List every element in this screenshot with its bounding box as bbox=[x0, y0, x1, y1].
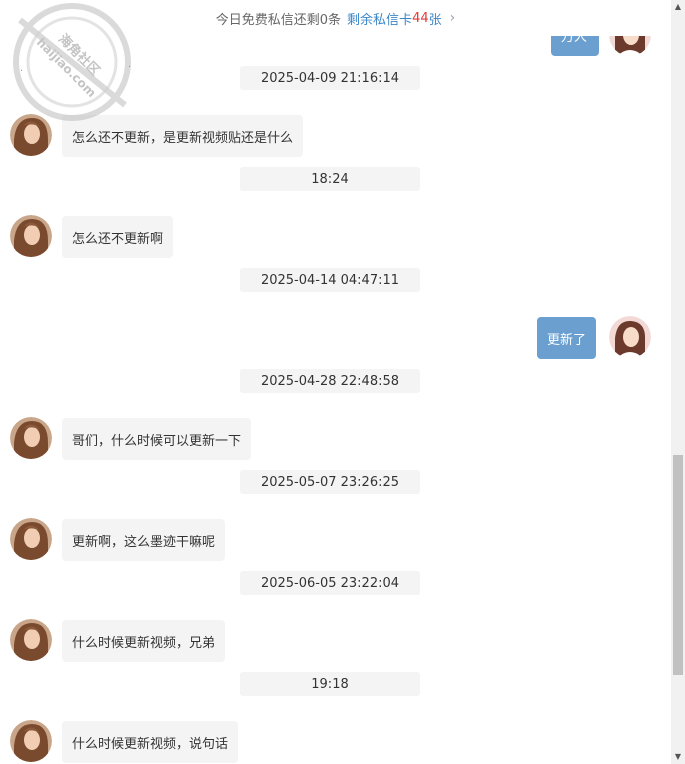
private-message-quota-banner: 今日免费私信还剩0条 剩余私信卡 44 张 › bbox=[0, 0, 671, 36]
chat-area: 万人 2025-04-09 21:16:14 怎么还不更新，是更新视频贴还是什么… bbox=[0, 0, 671, 764]
scroll-down-arrow-icon[interactable]: ▼ bbox=[671, 750, 685, 764]
contact-avatar[interactable] bbox=[10, 720, 52, 762]
chevron-right-icon: › bbox=[449, 10, 456, 26]
message-timestamp: 2025-04-28 22:48:58 bbox=[240, 369, 420, 393]
message-bubble-other: 怎么还不更新，是更新视频贴还是什么 bbox=[62, 115, 304, 157]
message-text: 怎么还不更新，是更新视频贴还是什么 bbox=[72, 130, 294, 146]
contact-avatar[interactable] bbox=[10, 518, 52, 560]
contact-avatar[interactable] bbox=[10, 619, 52, 661]
decorative-dot: · bbox=[20, 66, 24, 77]
message-timestamp: 2025-04-09 21:16:14 bbox=[240, 66, 420, 90]
message-bubble-other: 什么时候更新视频，说句话 bbox=[62, 721, 239, 763]
message-bubble-other: 什么时候更新视频，兄弟 bbox=[62, 620, 226, 662]
contact-avatar[interactable] bbox=[10, 417, 52, 459]
message-text: 更新了 bbox=[547, 332, 587, 348]
self-avatar[interactable] bbox=[609, 316, 651, 358]
contact-avatar[interactable] bbox=[10, 215, 52, 257]
message-timestamp: 18:24 bbox=[240, 167, 420, 191]
free-quota-text: 今日免费私信还剩0条 bbox=[215, 12, 342, 28]
message-bubble-self: 更新了 bbox=[537, 317, 597, 359]
message-card-link[interactable]: 剩余私信卡 44 张 › bbox=[347, 9, 455, 28]
message-text: 哥们，什么时候可以更新一下 bbox=[72, 433, 242, 449]
message-text: 什么时候更新视频，兄弟 bbox=[72, 635, 216, 651]
scrollbar-thumb[interactable] bbox=[673, 455, 683, 675]
message-bubble-other: 怎么还不更新啊 bbox=[62, 216, 174, 258]
scroll-up-arrow-icon[interactable]: ▲ bbox=[671, 0, 685, 14]
message-timestamp: 2025-05-07 23:26:25 bbox=[240, 470, 420, 494]
card-prefix: 剩余私信卡 bbox=[347, 12, 413, 28]
card-suffix: 张 bbox=[428, 12, 442, 28]
decorative-dot: · bbox=[128, 62, 132, 73]
message-timestamp: 2025-04-14 04:47:11 bbox=[240, 268, 420, 292]
message-timestamp: 2025-06-05 23:22:04 bbox=[240, 571, 420, 595]
message-text: 什么时候更新视频，说句话 bbox=[72, 736, 229, 752]
message-text: 怎么还不更新啊 bbox=[72, 231, 164, 247]
card-count: 44 bbox=[412, 10, 429, 26]
message-text: 更新啊，这么墨迹干嘛呢 bbox=[72, 534, 216, 550]
contact-avatar[interactable] bbox=[10, 114, 52, 156]
message-timestamp: 19:18 bbox=[240, 672, 420, 696]
message-bubble-other: 哥们，什么时候可以更新一下 bbox=[62, 418, 252, 460]
message-bubble-other: 更新啊，这么墨迹干嘛呢 bbox=[62, 519, 226, 561]
vertical-scrollbar[interactable]: ▲ ▼ bbox=[671, 0, 685, 764]
